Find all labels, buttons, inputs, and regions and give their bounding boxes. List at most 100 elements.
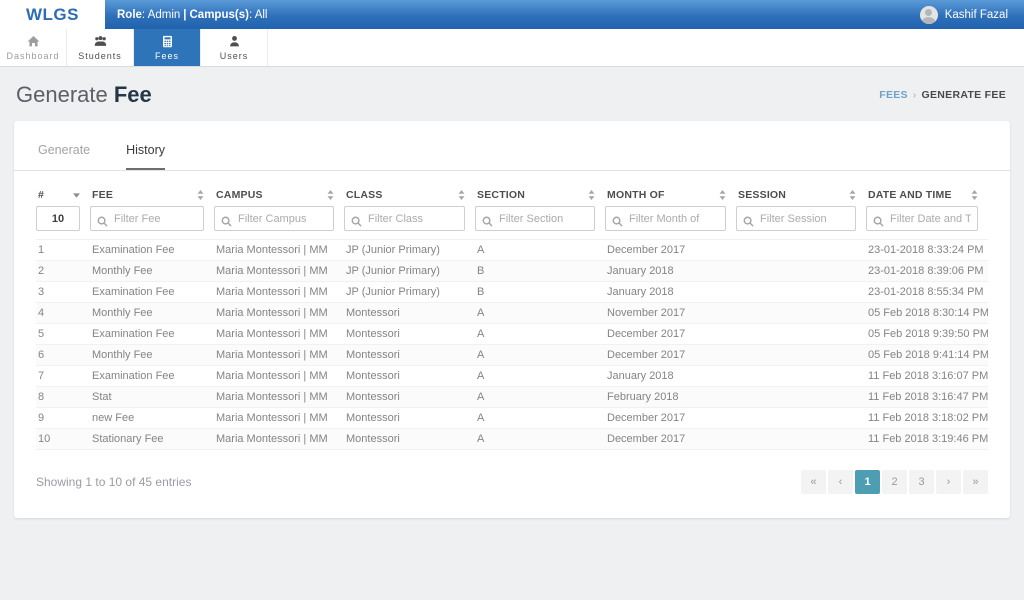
cell-month: January 2018 [605, 366, 736, 387]
search-icon [743, 216, 754, 227]
search-icon [612, 216, 623, 227]
filter-section-input[interactable] [475, 206, 595, 231]
page-title: Generate Fee [16, 82, 152, 108]
search-icon [97, 216, 108, 227]
cell-section: A [475, 387, 605, 408]
cell-index: 10 [36, 429, 90, 450]
cell-session [736, 387, 866, 408]
filter-class-input[interactable] [344, 206, 465, 231]
cell-class: Montessori [344, 324, 475, 345]
column-header-month-of[interactable]: MONTH OF [607, 189, 730, 201]
filter-campus-input[interactable] [214, 206, 334, 231]
column-header-fee[interactable]: FEE [92, 189, 208, 201]
filter-month-input[interactable] [605, 206, 726, 231]
page-size-input[interactable] [36, 206, 80, 231]
nav-item-fees[interactable]: Fees [134, 29, 201, 66]
column-header-section[interactable]: SECTION [477, 189, 599, 201]
app-logo: WLGS [26, 5, 79, 25]
cell-class: Montessori [344, 303, 475, 324]
pagination-last-button[interactable]: » [963, 470, 988, 494]
calculator-icon [161, 35, 174, 48]
column-header-session[interactable]: SESSION [738, 189, 860, 201]
cell-fee: Monthly Fee [90, 303, 214, 324]
cell-fee: Monthly Fee [90, 345, 214, 366]
sort-icon [719, 190, 726, 200]
cell-class: Montessori [344, 387, 475, 408]
column-header-date-time[interactable]: DATE AND TIME [868, 189, 982, 201]
user-name: Kashif Fazal [945, 9, 1008, 21]
cell-campus: Maria Montessori | MM [214, 408, 344, 429]
nav-item-users[interactable]: Users [201, 29, 268, 66]
column-header-index[interactable]: # [38, 189, 84, 201]
pagination: « ‹ 1 2 3 › » [801, 470, 988, 494]
pagination-page-1[interactable]: 1 [855, 470, 880, 494]
table-row[interactable]: 10Stationary FeeMaria Montessori | MMMon… [36, 429, 988, 450]
cell-datetime: 05 Feb 2018 9:41:14 PM [866, 345, 988, 366]
cell-fee: Examination Fee [90, 324, 214, 345]
cell-class: JP (Junior Primary) [344, 282, 475, 303]
pagination-page-3[interactable]: 3 [909, 470, 934, 494]
cell-fee: Examination Fee [90, 240, 214, 261]
sort-icon [849, 190, 856, 200]
cell-datetime: 11 Feb 2018 3:16:47 PM [866, 387, 988, 408]
cell-fee: Stat [90, 387, 214, 408]
breadcrumb-fees-link[interactable]: FEES [879, 89, 908, 101]
tab-generate[interactable]: Generate [38, 143, 90, 170]
table-row[interactable]: 2Monthly FeeMaria Montessori | MMJP (Jun… [36, 261, 988, 282]
cell-session [736, 408, 866, 429]
cell-campus: Maria Montessori | MM [214, 429, 344, 450]
cell-section: A [475, 366, 605, 387]
cell-section: B [475, 282, 605, 303]
cell-index: 2 [36, 261, 90, 282]
sort-icon [327, 190, 334, 200]
header-row: # FEE CAMPUS CLASS SECTION MONTH OF SESS… [36, 186, 988, 206]
cell-section: A [475, 345, 605, 366]
table-row[interactable]: 3Examination FeeMaria Montessori | MMJP … [36, 282, 988, 303]
cell-section: A [475, 408, 605, 429]
cell-month: December 2017 [605, 345, 736, 366]
pagination-next-button[interactable]: › [936, 470, 961, 494]
pagination-page-2[interactable]: 2 [882, 470, 907, 494]
cell-campus: Maria Montessori | MM [214, 261, 344, 282]
nav-item-students[interactable]: Students [67, 29, 134, 66]
user-menu[interactable]: Kashif Fazal [920, 6, 1008, 24]
column-header-class[interactable]: CLASS [346, 189, 469, 201]
cell-session [736, 261, 866, 282]
cell-session [736, 240, 866, 261]
cell-datetime: 05 Feb 2018 8:30:14 PM [866, 303, 988, 324]
table-row[interactable]: 7Examination FeeMaria Montessori | MMMon… [36, 366, 988, 387]
cell-section: A [475, 303, 605, 324]
fee-history-table: # FEE CAMPUS CLASS SECTION MONTH OF SESS… [36, 186, 988, 450]
home-icon [27, 35, 40, 48]
pagination-first-button[interactable]: « [801, 470, 826, 494]
cell-datetime: 11 Feb 2018 3:18:02 PM [866, 408, 988, 429]
nav-item-dashboard[interactable]: Dashboard [0, 29, 67, 66]
top-bar: WLGS Role: Admin|Campus(s): All Kashif F… [0, 0, 1024, 29]
table-row[interactable]: 4Monthly FeeMaria Montessori | MMMontess… [36, 303, 988, 324]
cell-index: 7 [36, 366, 90, 387]
showing-entries-text: Showing 1 to 10 of 45 entries [36, 475, 191, 489]
nav-item-label: Fees [155, 51, 179, 61]
cell-section: A [475, 240, 605, 261]
students-icon [94, 35, 107, 48]
cell-campus: Maria Montessori | MM [214, 240, 344, 261]
table-row[interactable]: 5Examination FeeMaria Montessori | MMMon… [36, 324, 988, 345]
cell-class: JP (Junior Primary) [344, 240, 475, 261]
table-row[interactable]: 8StatMaria Montessori | MMMontessoriAFeb… [36, 387, 988, 408]
tab-history[interactable]: History [126, 143, 165, 170]
search-icon [221, 216, 232, 227]
table-row[interactable]: 6Monthly FeeMaria Montessori | MMMontess… [36, 345, 988, 366]
search-icon [873, 216, 884, 227]
pagination-prev-button[interactable]: ‹ [828, 470, 853, 494]
cell-section: B [475, 261, 605, 282]
cell-class: JP (Junior Primary) [344, 261, 475, 282]
cell-month: January 2018 [605, 261, 736, 282]
column-header-campus[interactable]: CAMPUS [216, 189, 338, 201]
table-row[interactable]: 9new FeeMaria Montessori | MMMontessoriA… [36, 408, 988, 429]
logo-block[interactable]: WLGS [0, 0, 105, 29]
table-footer: Showing 1 to 10 of 45 entries « ‹ 1 2 3 … [14, 450, 1010, 504]
cell-datetime: 23-01-2018 8:33:24 PM [866, 240, 988, 261]
page-header: Generate Fee FEES › GENERATE FEE [0, 67, 1024, 121]
filter-session-input[interactable] [736, 206, 856, 231]
table-row[interactable]: 1Examination FeeMaria Montessori | MMJP … [36, 240, 988, 261]
